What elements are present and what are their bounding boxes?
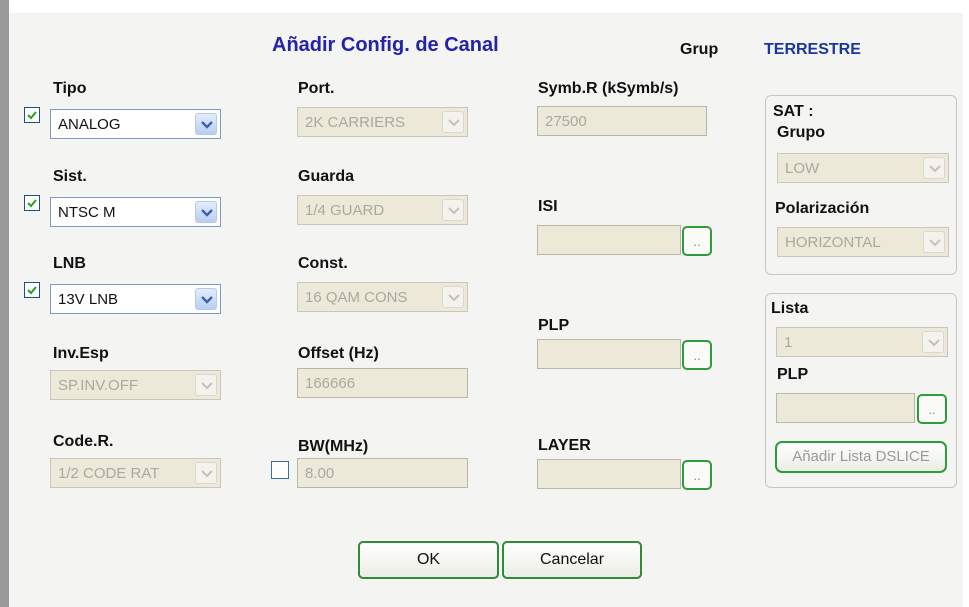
- ellipsis-icon: ..: [693, 348, 701, 363]
- coder-select[interactable]: 1/2 CODE RAT: [50, 458, 221, 488]
- polarizacion-select[interactable]: HORIZONTAL: [777, 227, 949, 257]
- grup-label: Grup: [680, 41, 719, 58]
- chevron-down-icon[interactable]: [195, 374, 217, 396]
- dialog-right-border: [963, 0, 969, 607]
- invesp-select[interactable]: SP.INV.OFF: [50, 370, 221, 400]
- tipo-value: ANALOG: [58, 116, 121, 133]
- offset-label: Offset (Hz): [298, 345, 379, 362]
- lista-plp-input[interactable]: [776, 393, 915, 423]
- const-label: Const.: [298, 255, 348, 272]
- lista-plp-label: PLP: [777, 366, 809, 383]
- port-select[interactable]: 2K CARRIERS: [297, 107, 468, 137]
- isi-browse-button[interactable]: ..: [682, 226, 712, 256]
- ok-button[interactable]: OK: [358, 541, 499, 579]
- symb-value: 27500: [545, 113, 587, 130]
- lnb-value: 13V LNB: [58, 291, 119, 308]
- ellipsis-icon: ..: [693, 234, 701, 249]
- dialog-title: Añadir Config. de Canal: [272, 34, 499, 56]
- offset-input[interactable]: 166666: [297, 368, 468, 398]
- lista-plp-browse-button[interactable]: ..: [917, 394, 947, 424]
- chevron-down-icon[interactable]: [195, 462, 217, 484]
- offset-value: 166666: [305, 375, 356, 392]
- sist-label: Sist.: [53, 168, 87, 185]
- plp-label: PLP: [538, 317, 570, 334]
- lista-label: Lista: [771, 300, 809, 317]
- port-label: Port.: [298, 80, 335, 97]
- lnb-checkbox[interactable]: [24, 282, 40, 298]
- isi-input[interactable]: [537, 225, 681, 255]
- bw-value: 8.00: [305, 465, 335, 482]
- bw-label: BW(MHz): [298, 438, 369, 455]
- layer-input[interactable]: [537, 459, 681, 489]
- symb-input[interactable]: 27500: [537, 106, 707, 136]
- chevron-down-icon[interactable]: [442, 286, 464, 308]
- lista-select[interactable]: 1: [776, 327, 948, 357]
- grupo-value: LOW: [785, 160, 820, 177]
- bw-input[interactable]: 8.00: [297, 458, 468, 488]
- coder-label: Code.R.: [53, 433, 114, 450]
- port-value: 2K CARRIERS: [305, 114, 406, 131]
- tipo-checkbox[interactable]: [24, 107, 40, 123]
- invesp-label: Inv.Esp: [53, 345, 109, 362]
- chevron-down-icon[interactable]: [442, 111, 464, 133]
- sist-checkbox[interactable]: [24, 195, 40, 211]
- grupo-select[interactable]: LOW: [777, 153, 949, 183]
- sist-select[interactable]: NTSC M: [50, 197, 221, 227]
- chevron-down-icon[interactable]: [922, 331, 944, 353]
- coder-value: 1/2 CODE RAT: [58, 465, 160, 482]
- ellipsis-icon: ..: [928, 402, 936, 417]
- chevron-down-icon[interactable]: [195, 288, 217, 310]
- layer-label: LAYER: [538, 437, 591, 454]
- chevron-down-icon[interactable]: [923, 231, 945, 253]
- checkmark-icon: [27, 286, 37, 295]
- chevron-down-icon[interactable]: [923, 157, 945, 179]
- polarizacion-value: HORIZONTAL: [785, 234, 881, 251]
- chevron-down-icon[interactable]: [442, 199, 464, 221]
- lnb-label: LNB: [53, 255, 86, 272]
- guarda-value: 1/4 GUARD: [305, 202, 385, 219]
- checkmark-icon: [27, 199, 37, 208]
- const-select[interactable]: 16 QAM CONS: [297, 282, 468, 312]
- sat-title: SAT :: [773, 103, 814, 120]
- grupo-label: Grupo: [777, 124, 825, 141]
- ellipsis-icon: ..: [693, 468, 701, 483]
- sist-value: NTSC M: [58, 204, 116, 221]
- guarda-select[interactable]: 1/4 GUARD: [297, 195, 468, 225]
- grup-value: TERRESTRE: [764, 41, 861, 58]
- plp-input[interactable]: [537, 339, 681, 369]
- bw-checkbox[interactable]: [271, 461, 289, 479]
- dialog-left-border: [0, 0, 9, 607]
- lista-panel: Lista 1 PLP .. Añadir Lista DSLICE: [765, 293, 957, 488]
- sat-panel: SAT : Grupo LOW Polarización HORIZONTAL: [765, 95, 957, 275]
- add-channel-config-dialog: Añadir Config. de Canal Grup TERRESTRE T…: [0, 0, 969, 607]
- polarizacion-label: Polarización: [775, 200, 870, 217]
- tipo-select[interactable]: ANALOG: [50, 109, 221, 139]
- isi-label: ISI: [538, 198, 558, 215]
- chevron-down-icon[interactable]: [195, 201, 217, 223]
- tipo-label: Tipo: [53, 80, 87, 97]
- chevron-down-icon[interactable]: [195, 113, 217, 135]
- add-dslice-list-button[interactable]: Añadir Lista DSLICE: [775, 441, 947, 473]
- guarda-label: Guarda: [298, 168, 355, 185]
- const-value: 16 QAM CONS: [305, 289, 408, 306]
- invesp-value: SP.INV.OFF: [58, 377, 139, 394]
- lnb-select[interactable]: 13V LNB: [50, 284, 221, 314]
- lista-value: 1: [784, 334, 793, 351]
- symb-label: Symb.R (kSymb/s): [538, 80, 679, 97]
- plp-browse-button[interactable]: ..: [682, 340, 712, 370]
- layer-browse-button[interactable]: ..: [682, 460, 712, 490]
- checkmark-icon: [27, 111, 37, 120]
- dialog-top-border: [0, 0, 969, 13]
- cancel-button[interactable]: Cancelar: [502, 541, 642, 579]
